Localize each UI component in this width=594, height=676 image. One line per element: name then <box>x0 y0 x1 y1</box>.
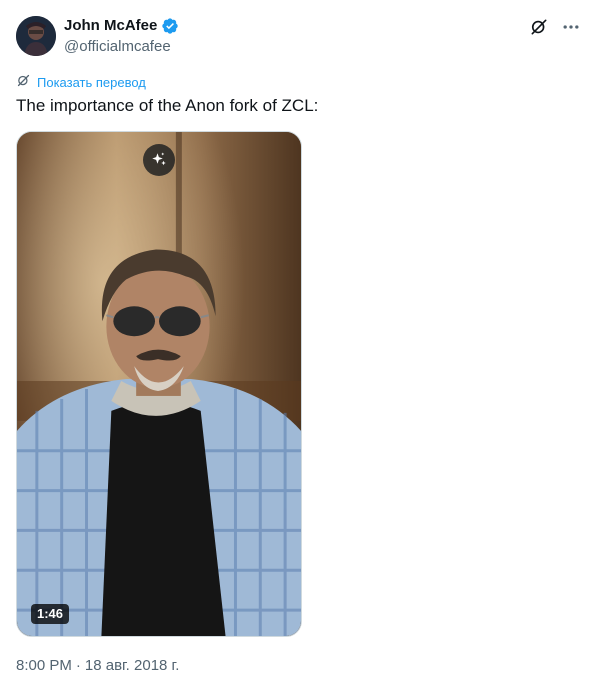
sparkle-icon[interactable] <box>143 144 175 176</box>
avatar[interactable] <box>16 16 56 56</box>
video-duration: 1:46 <box>31 604 70 624</box>
author-name[interactable]: John McAfee <box>64 16 157 36</box>
timestamp-date[interactable]: 18 авг. 2018 г. <box>85 657 179 674</box>
tweet-actions-top <box>528 16 582 38</box>
video-thumbnail <box>17 132 301 636</box>
translate-label[interactable]: Показать перевод <box>37 75 146 91</box>
timestamp-time[interactable]: 8:00 PM <box>16 657 72 674</box>
timestamp-separator: · <box>75 657 81 674</box>
tweet-timestamp[interactable]: 8:00 PM · 18 авг. 2018 г. <box>16 656 179 676</box>
author-name-row[interactable]: John McAfee <box>64 16 179 36</box>
author-handle[interactable]: @officialmcafee <box>64 37 171 57</box>
more-icon[interactable] <box>560 16 582 38</box>
translate-link[interactable]: Показать перевод <box>16 73 146 92</box>
tweet-text: The importance of the Anon fork of ZCL: <box>16 96 319 115</box>
video-player[interactable]: 1:46 <box>16 131 302 637</box>
avatar-image <box>16 16 56 56</box>
grok-icon[interactable] <box>528 16 550 38</box>
translate-icon <box>16 73 31 92</box>
verified-badge-icon <box>161 17 179 35</box>
